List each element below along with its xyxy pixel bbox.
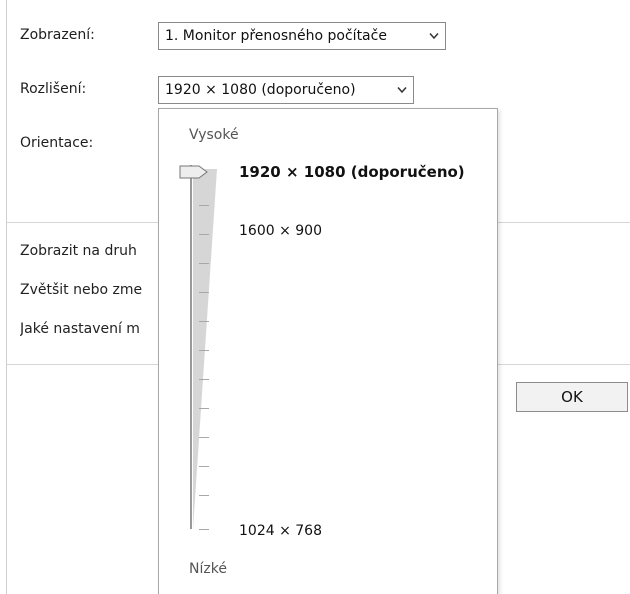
slider-tick [199, 263, 209, 264]
resolution-option-1024x768[interactable]: 1024 × 768 [239, 523, 322, 539]
slider-track[interactable] [190, 165, 192, 529]
resolution-option-1920x1080[interactable]: 1920 × 1080 (doporučeno) [239, 163, 465, 181]
display-select[interactable]: 1. Monitor přenosného počítače [158, 22, 446, 50]
link-second-screen[interactable]: Zobrazit na druh [20, 243, 137, 259]
chevron-down-icon [429, 33, 439, 40]
ok-button-label: OK [561, 388, 583, 406]
orientation-label: Orientace: [20, 135, 94, 151]
slider-tick [199, 379, 209, 380]
resolution-label: Rozlišení: [20, 81, 87, 97]
slider-range-wedge [193, 169, 217, 529]
resolution-dropdown-popup: Vysoké 1920 × 1080 (doporučeno) 1600 × 9… [158, 108, 498, 594]
display-label: Zobrazení: [20, 27, 95, 43]
slider-thumb[interactable] [179, 165, 209, 179]
link-which-settings[interactable]: Jaké nastavení m [20, 321, 140, 337]
slider-tick [199, 205, 209, 206]
resolution-select-value: 1920 × 1080 (doporučeno) [165, 82, 356, 98]
slider-tick [199, 408, 209, 409]
ok-button[interactable]: OK [516, 382, 628, 412]
resolution-option-1600x900[interactable]: 1600 × 900 [239, 223, 322, 239]
resolution-select[interactable]: 1920 × 1080 (doporučeno) [158, 76, 414, 104]
chevron-down-icon [397, 87, 407, 94]
display-select-value: 1. Monitor přenosného počítače [165, 28, 387, 44]
slider-tick [199, 495, 209, 496]
slider-tick [199, 529, 209, 530]
window-left-border [6, 0, 7, 594]
slider-tick [199, 437, 209, 438]
slider-low-label: Nízké [189, 561, 227, 577]
slider-high-label: Vysoké [189, 127, 239, 143]
slider-tick [199, 321, 209, 322]
slider-tick [199, 350, 209, 351]
slider-tick [199, 292, 209, 293]
slider-tick [199, 466, 209, 467]
link-scale-text[interactable]: Zvětšit nebo zme [20, 282, 142, 298]
slider-tick [199, 234, 209, 235]
